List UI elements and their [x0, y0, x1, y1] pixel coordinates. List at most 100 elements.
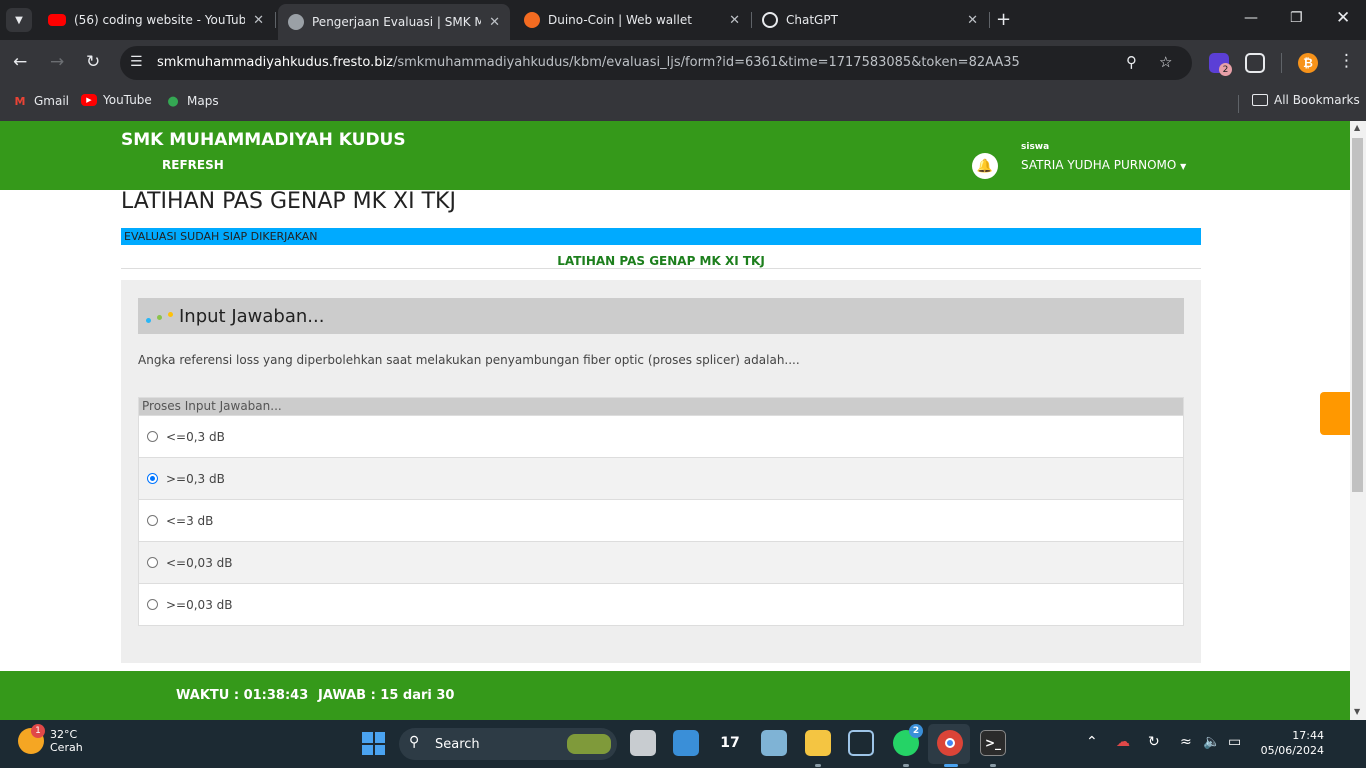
notification-bell-icon[interactable]: 🔔: [972, 153, 998, 179]
network-app-icon[interactable]: [761, 730, 787, 756]
tab-title: ChatGPT: [786, 13, 838, 27]
search-icon: ⚲: [409, 734, 420, 750]
bookmark-gmail[interactable]: M Gmail: [12, 93, 70, 109]
puzzle-icon[interactable]: [1245, 53, 1265, 73]
speaker-icon[interactable]: 🔈: [1203, 734, 1220, 750]
running-indicator-active: [944, 764, 958, 767]
battery-icon[interactable]: ▭: [1228, 734, 1241, 750]
close-window-button[interactable]: ✕: [1336, 8, 1350, 28]
all-bookmarks[interactable]: All Bookmarks: [1252, 93, 1360, 107]
windows-taskbar: 1 32°C Cerah ⚲ Search 17 2 >_ ⌃ ☁ ↻ ≈ 🔈 …: [0, 720, 1366, 768]
forward-button[interactable]: →: [50, 52, 64, 72]
plus-icon: +: [996, 9, 1012, 30]
new-tab-button[interactable]: +: [996, 9, 1011, 30]
scroll-up-icon[interactable]: ▲: [1354, 123, 1360, 132]
terminal-icon[interactable]: >_: [980, 730, 1006, 756]
status-notice: EVALUASI SUDAH SIAP DIKERJAKAN: [121, 228, 1201, 245]
search-highlight-icon: [567, 734, 611, 754]
address-bar[interactable]: ☰ smkmuhammadiyahkudus.fresto.biz/smkmuh…: [120, 46, 1192, 80]
minimize-button[interactable]: —: [1244, 10, 1258, 26]
restore-button[interactable]: ❐: [1290, 10, 1303, 26]
extension-badge: 2: [1219, 63, 1232, 76]
whatsapp-icon[interactable]: 2: [893, 724, 923, 756]
task-view-icon[interactable]: [630, 730, 656, 756]
reload-icon: ↻: [86, 52, 101, 72]
floating-side-tab[interactable]: [1320, 392, 1350, 435]
card-title: Input Jawaban...: [179, 305, 325, 327]
virtualbox-icon[interactable]: [848, 730, 874, 756]
tradingview-icon[interactable]: 17: [717, 730, 743, 756]
tab-search-button[interactable]: ▼: [6, 8, 32, 32]
timer-label: WAKTU : 01:38:43: [176, 688, 309, 703]
back-button[interactable]: ←: [13, 52, 27, 72]
arrow-left-icon: ←: [13, 52, 28, 72]
close-icon[interactable]: ✕: [489, 15, 500, 30]
radio-button[interactable]: [147, 515, 158, 526]
running-indicator: [990, 764, 996, 767]
page-title: LATIHAN PAS GENAP MK XI TKJ: [121, 189, 456, 214]
url-text[interactable]: smkmuhammadiyahkudus.fresto.biz/smkmuham…: [157, 55, 1020, 70]
radio-button[interactable]: [147, 599, 158, 610]
close-icon[interactable]: ✕: [967, 13, 978, 28]
clock-date: 05/06/2024: [1260, 744, 1324, 757]
globe-icon: [288, 14, 304, 30]
page-scrollbar[interactable]: ▲ ▼: [1350, 121, 1366, 720]
weather-widget[interactable]: 1 32°C Cerah: [18, 724, 83, 754]
refresh-link[interactable]: REFRESH: [162, 158, 224, 172]
close-icon[interactable]: ✕: [729, 13, 740, 28]
system-clock[interactable]: 17:44 05/06/2024: [1258, 729, 1324, 757]
answer-option-c[interactable]: <=3 dB: [139, 499, 1183, 541]
bookmark-youtube[interactable]: ▶ YouTube: [81, 93, 152, 107]
radio-button-selected[interactable]: [147, 473, 158, 484]
tab-chatgpt[interactable]: ChatGPT ✕: [752, 6, 988, 34]
bookmark-label: Gmail: [34, 94, 70, 108]
answer-option-e[interactable]: >=0,03 dB: [139, 583, 1183, 625]
answer-options: Proses Input Jawaban... <=0,3 dB >=0,3 d…: [138, 397, 1184, 626]
refresh-tray-icon[interactable]: ↻: [1148, 734, 1160, 750]
tab-duinocoin[interactable]: Duino-Coin | Web wallet ✕: [514, 6, 750, 34]
search-label: Search: [435, 736, 480, 752]
bookmark-maps[interactable]: ● Maps: [165, 93, 218, 109]
site-brand[interactable]: SMK MUHAMMADIYAH KUDUS: [121, 130, 406, 150]
site-header: SMK MUHAMMADIYAH KUDUS REFRESH 🔔 siswa S…: [0, 121, 1350, 190]
menu-button[interactable]: ⋮: [1338, 51, 1355, 71]
windows-start-icon[interactable]: [362, 732, 385, 755]
wifi-icon[interactable]: ≈: [1180, 734, 1192, 750]
toolbar-divider: [1281, 53, 1282, 73]
close-icon[interactable]: ✕: [253, 13, 264, 28]
bookmark-label: All Bookmarks: [1274, 93, 1360, 107]
bitcoin-profile-icon[interactable]: ₿: [1298, 53, 1318, 73]
tab-title: (56) coding website - YouTube: [74, 13, 246, 27]
answer-option-d[interactable]: <=0,03 dB: [139, 541, 1183, 583]
cloud-sync-icon[interactable]: ☁: [1116, 734, 1130, 750]
answer-option-a[interactable]: <=0,3 dB: [139, 415, 1183, 457]
tab-evaluasi[interactable]: Pengerjaan Evaluasi | SMK MUH ✕: [278, 4, 510, 40]
exam-subtitle: LATIHAN PAS GENAP MK XI TKJ: [121, 248, 1201, 269]
options-header: Proses Input Jawaban...: [139, 398, 1183, 415]
answer-option-b[interactable]: >=0,3 dB: [139, 457, 1183, 499]
control-panel-icon[interactable]: [673, 730, 699, 756]
site-info-icon[interactable]: ☰: [130, 54, 143, 70]
chevron-up-icon[interactable]: ⌃: [1086, 734, 1098, 750]
tab-youtube[interactable]: (56) coding website - YouTube ✕: [38, 6, 274, 34]
tab-divider: [275, 12, 276, 28]
file-explorer-icon[interactable]: [805, 730, 831, 756]
chrome-icon[interactable]: [937, 730, 963, 756]
running-indicator: [815, 764, 821, 767]
scrollbar-thumb[interactable]: [1352, 138, 1363, 492]
user-menu[interactable]: SATRIA YUDHA PURNOMO ▼: [1021, 158, 1186, 172]
reload-button[interactable]: ↻: [86, 52, 100, 72]
taskbar-search[interactable]: ⚲ Search: [399, 728, 617, 760]
zoom-icon[interactable]: ⚲: [1126, 53, 1137, 71]
bookmarks-divider: [1238, 95, 1239, 113]
radio-button[interactable]: [147, 557, 158, 568]
whatsapp-badge: 2: [909, 724, 923, 738]
folder-icon: [1252, 94, 1268, 106]
extension-icon[interactable]: 2: [1209, 53, 1232, 76]
maps-pin-icon: ●: [167, 93, 179, 109]
radio-button[interactable]: [147, 431, 158, 442]
page-content: SMK MUHAMMADIYAH KUDUS REFRESH 🔔 siswa S…: [0, 121, 1350, 720]
browser-chrome: ▼ (56) coding website - YouTube ✕ Penger…: [0, 0, 1366, 121]
scroll-down-icon[interactable]: ▼: [1354, 707, 1360, 716]
bookmark-star-icon[interactable]: ☆: [1159, 53, 1172, 71]
